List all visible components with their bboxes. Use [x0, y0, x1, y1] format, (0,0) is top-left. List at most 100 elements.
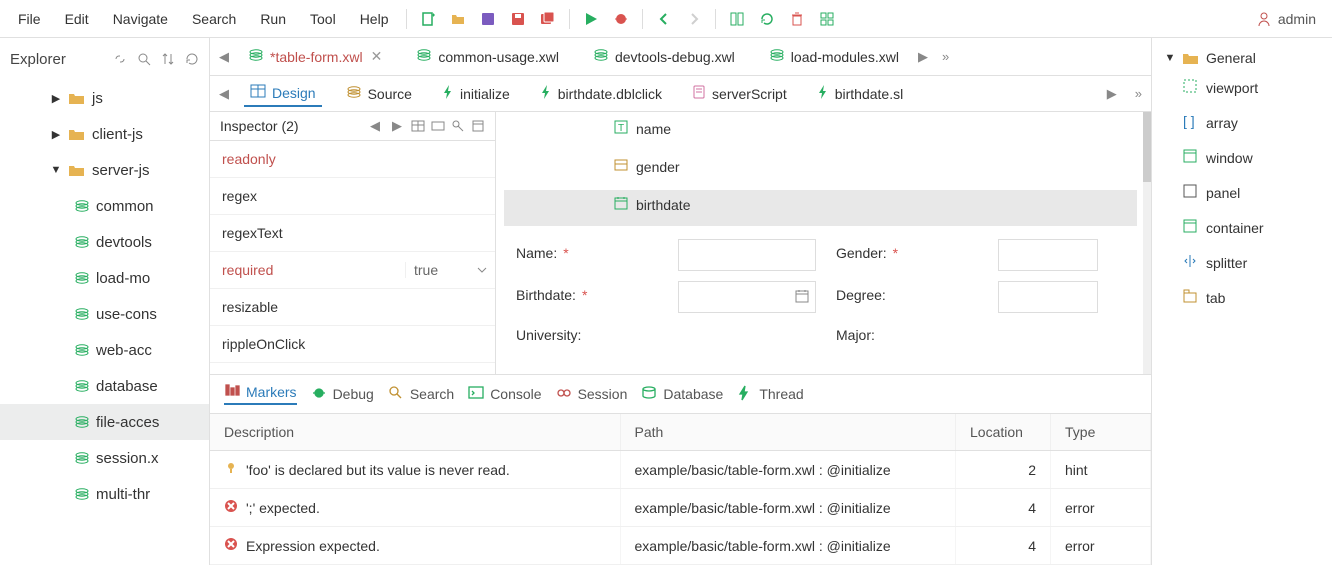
south-tab[interactable]: Markers	[224, 383, 297, 405]
property-list[interactable]: readonlyregexregexTextrequiredtrueresiza…	[210, 141, 495, 363]
tree-file[interactable]: devtools	[0, 224, 209, 260]
tree-folder[interactable]: ▼server-js	[0, 152, 209, 188]
back-icon[interactable]	[656, 11, 672, 27]
form-input[interactable]	[678, 281, 816, 313]
tree-file[interactable]: load-mo	[0, 260, 209, 296]
file-tab[interactable]: devtools-debug.xwl	[585, 44, 743, 69]
tree-file[interactable]: multi-thr	[0, 476, 209, 512]
sub-tab[interactable]: serverScript	[686, 80, 793, 107]
menu-navigate[interactable]: Navigate	[103, 5, 178, 33]
table-icon[interactable]	[411, 119, 425, 133]
calendar-icon[interactable]	[795, 289, 809, 306]
sub-tab[interactable]: birthdate.sl	[811, 80, 909, 107]
property-row[interactable]: regex	[210, 178, 495, 215]
palette-item[interactable]: splitter	[1158, 245, 1326, 280]
property-row[interactable]: rippleOnClick	[210, 326, 495, 363]
debug-icon[interactable]	[613, 11, 629, 27]
search-icon[interactable]	[137, 52, 151, 66]
tree-file[interactable]: use-cons	[0, 296, 209, 332]
palette-item[interactable]: container	[1158, 210, 1326, 245]
palette-item[interactable]: panel	[1158, 175, 1326, 210]
property-row[interactable]: resizable	[210, 289, 495, 326]
card-icon[interactable]	[431, 119, 445, 133]
sub-tab[interactable]: birthdate.dblclick	[534, 80, 668, 107]
palette-item[interactable]: [ ]array	[1158, 105, 1326, 140]
form-input[interactable]	[998, 239, 1098, 271]
component-row[interactable]: gender	[614, 158, 680, 175]
palette-item[interactable]: window	[1158, 140, 1326, 175]
palette-item[interactable]: viewport	[1158, 70, 1326, 105]
save-db-icon[interactable]	[480, 11, 496, 27]
save-all-icon[interactable]	[540, 11, 556, 27]
inspector-next-icon[interactable]: ▶	[389, 118, 405, 134]
layout-icon[interactable]	[729, 11, 745, 27]
menu-tool[interactable]: Tool	[300, 5, 346, 33]
link-icon[interactable]	[113, 52, 127, 66]
col-location[interactable]: Location	[956, 414, 1051, 451]
south-tab[interactable]: Search	[388, 385, 454, 403]
inspector-prev-icon[interactable]: ◀	[367, 118, 383, 134]
sub-tab[interactable]: Source	[340, 80, 418, 107]
forward-icon[interactable]	[686, 11, 702, 27]
property-row[interactable]: regexText	[210, 215, 495, 252]
open-folder-icon[interactable]	[450, 11, 466, 27]
component-row[interactable]: Tname	[614, 120, 671, 137]
subtabs-scroll-right-icon[interactable]: ▶	[1104, 86, 1120, 102]
col-type[interactable]: Type	[1051, 414, 1151, 451]
subtabs-scroll-left-icon[interactable]: ◀	[216, 86, 232, 102]
tree-folder[interactable]: ▶client-js	[0, 116, 209, 152]
sub-tab[interactable]: Design	[244, 80, 322, 107]
marker-row[interactable]: ';' expected.example/basic/table-form.xw…	[210, 489, 1151, 527]
trash-icon[interactable]	[789, 11, 805, 27]
sub-tab[interactable]: initialize	[436, 80, 516, 107]
form-input[interactable]	[998, 281, 1098, 313]
subtabs-overflow-icon[interactable]: »	[1132, 86, 1145, 101]
file-tab[interactable]: load-modules.xwl	[761, 44, 907, 69]
close-icon[interactable]: ✕	[371, 48, 383, 65]
south-tab[interactable]: Database	[641, 385, 723, 403]
grid-icon[interactable]	[819, 11, 835, 27]
refresh-icon[interactable]	[185, 52, 199, 66]
marker-row[interactable]: Expression expected.example/basic/table-…	[210, 527, 1151, 565]
palette-item[interactable]: tab	[1158, 280, 1326, 315]
menu-edit[interactable]: Edit	[55, 5, 99, 33]
component-row[interactable]: birthdate	[614, 196, 690, 213]
property-row[interactable]: requiredtrue	[210, 252, 495, 289]
tabs-scroll-left-icon[interactable]: ◀	[216, 49, 232, 65]
file-tab[interactable]: common-usage.xwl	[408, 44, 567, 69]
south-tab[interactable]: Debug	[311, 385, 374, 403]
col-path[interactable]: Path	[620, 414, 956, 451]
tree-file[interactable]: common	[0, 188, 209, 224]
sort-icon[interactable]	[161, 52, 175, 66]
menu-run[interactable]: Run	[250, 5, 296, 33]
tree-file[interactable]: database	[0, 368, 209, 404]
menu-file[interactable]: File	[8, 5, 51, 33]
file-tab[interactable]: *table-form.xwl✕	[240, 44, 390, 69]
property-value[interactable]: true	[405, 262, 495, 278]
new-file-icon[interactable]	[420, 11, 436, 27]
palette-group-general[interactable]: ▼ General	[1158, 46, 1326, 70]
refresh-icon[interactable]	[759, 11, 775, 27]
south-tab[interactable]: Console	[468, 385, 541, 403]
design-canvas[interactable]: TnamegenderbirthdateName:Gender:Birthdat…	[496, 112, 1151, 374]
explorer-tree[interactable]: ▶js▶client-js▼server-jscommondevtoolsloa…	[0, 80, 209, 565]
col-description[interactable]: Description	[210, 414, 620, 451]
tree-file[interactable]: web-acc	[0, 332, 209, 368]
canvas-scrollbar[interactable]	[1143, 112, 1151, 374]
props-icon[interactable]	[471, 119, 485, 133]
tree-file[interactable]: file-acces	[0, 404, 209, 440]
form-input[interactable]	[678, 239, 816, 271]
menu-search[interactable]: Search	[182, 5, 246, 33]
south-tab[interactable]: Session	[556, 385, 628, 403]
tabs-scroll-right-icon[interactable]: ▶	[915, 49, 931, 65]
tree-folder[interactable]: ▶js	[0, 80, 209, 116]
south-tab[interactable]: Thread	[737, 385, 803, 403]
user-indicator[interactable]: admin	[1256, 11, 1324, 27]
property-row[interactable]: readonly	[210, 141, 495, 178]
marker-row[interactable]: 'foo' is declared but its value is never…	[210, 451, 1151, 489]
key-icon[interactable]	[451, 119, 465, 133]
save-icon[interactable]	[510, 11, 526, 27]
menu-help[interactable]: Help	[350, 5, 399, 33]
tree-file[interactable]: session.x	[0, 440, 209, 476]
tabs-overflow-icon[interactable]: »	[939, 49, 952, 64]
